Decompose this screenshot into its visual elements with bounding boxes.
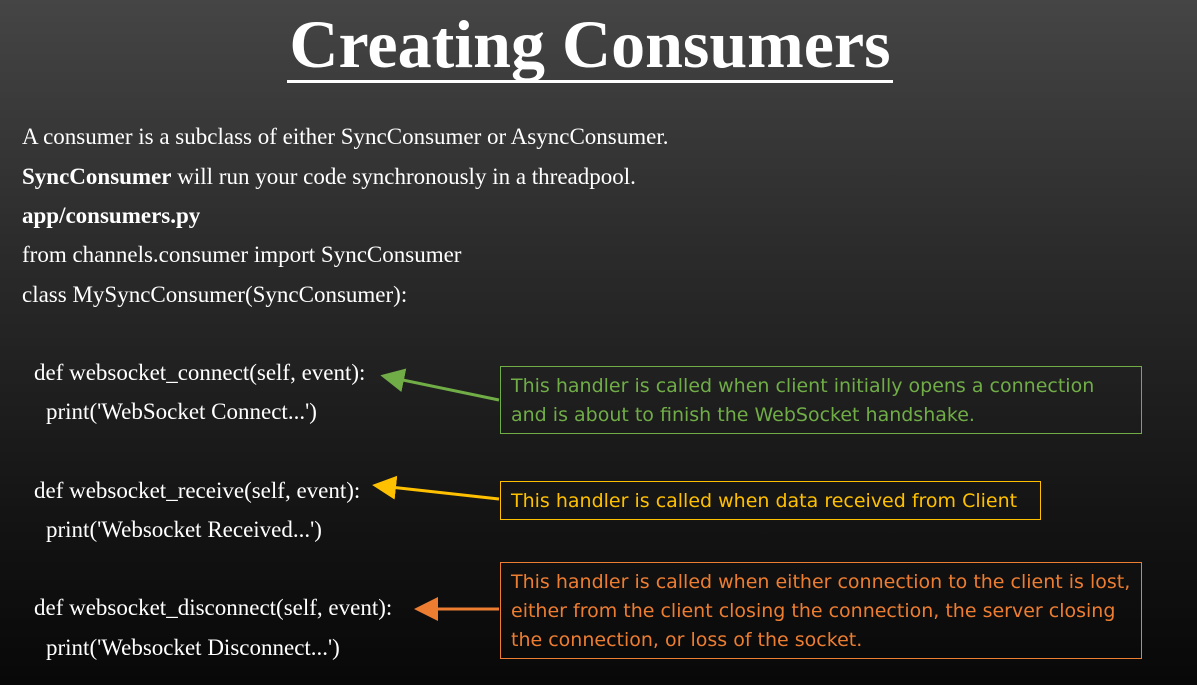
receive-arrow [372,475,500,501]
callout-arrows [372,368,500,621]
connect-arrow [380,368,500,402]
